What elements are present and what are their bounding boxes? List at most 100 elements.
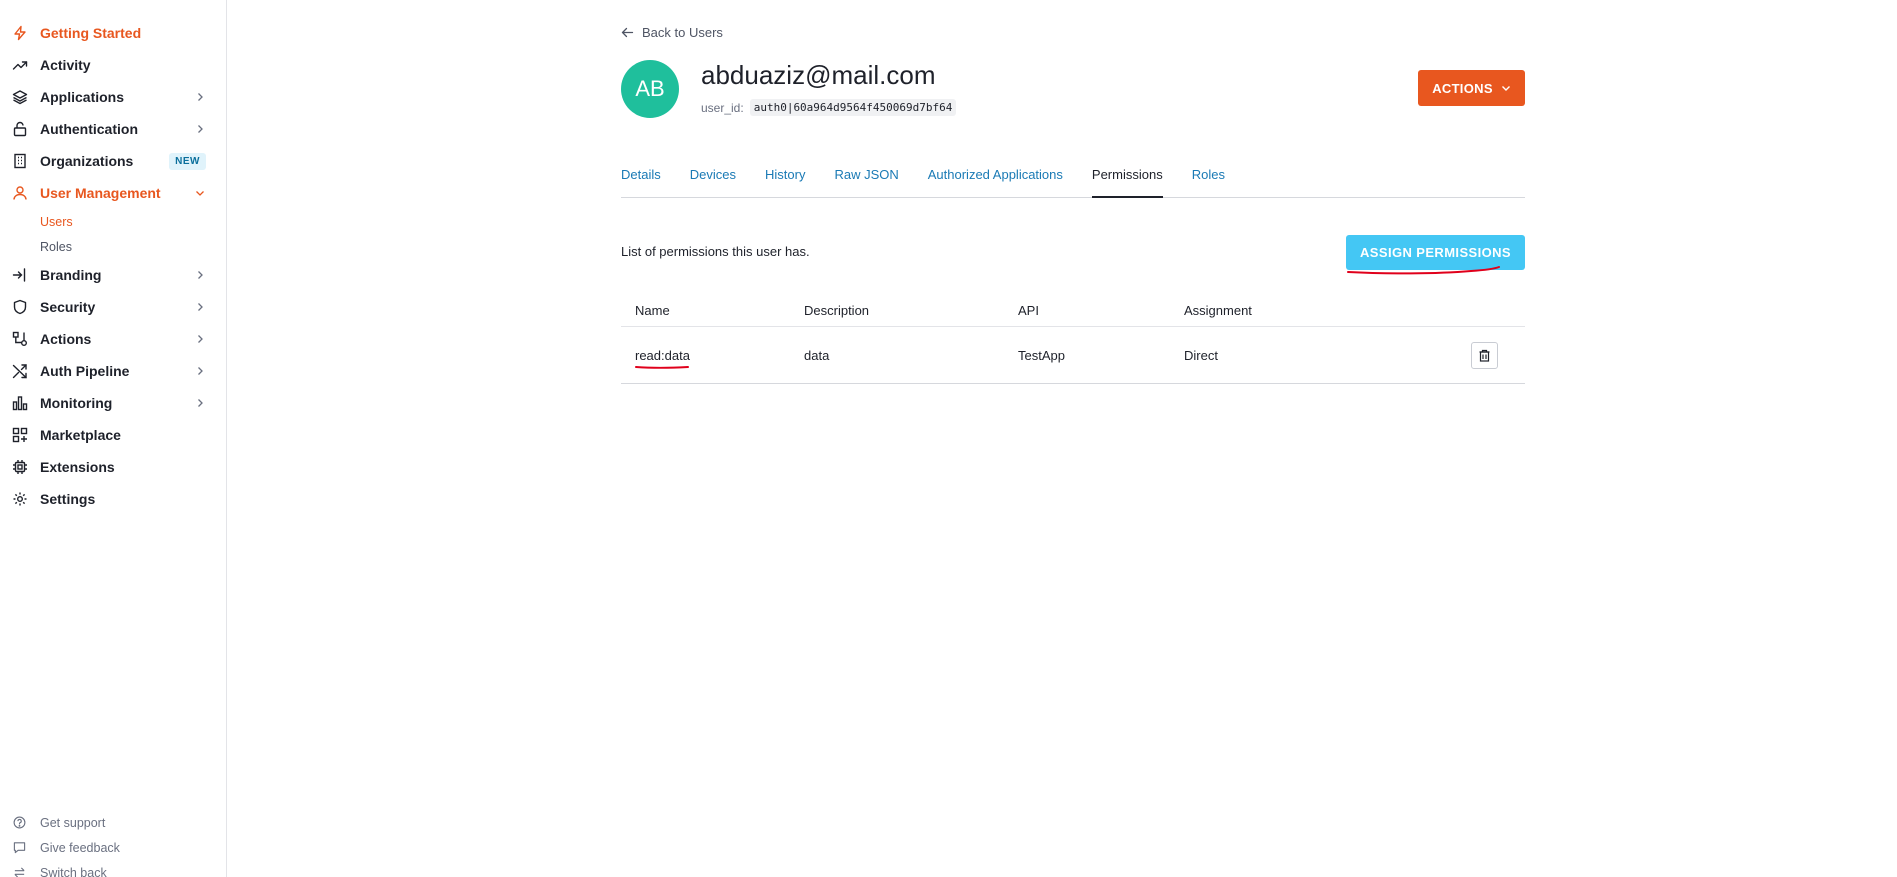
sidebar-item-label: Auth Pipeline: [40, 363, 130, 379]
sidebar-item-authentication[interactable]: Authentication: [0, 113, 226, 145]
column-header-api: API: [1018, 302, 1039, 318]
chevron-right-icon: [194, 365, 206, 377]
user-tabs: Details Devices History Raw JSON Authori…: [621, 164, 1525, 198]
flow-icon: [12, 331, 28, 347]
tab-roles[interactable]: Roles: [1192, 164, 1225, 198]
sidebar-item-label: Getting Started: [40, 25, 142, 41]
table-header: Name Description API Assignment: [621, 294, 1525, 327]
user-icon: [12, 185, 28, 201]
chip-icon: [12, 459, 28, 475]
sidebar-item-label: Activity: [40, 57, 91, 73]
get-support-link[interactable]: Get support: [0, 810, 226, 835]
annotation-underline: [635, 365, 689, 369]
lock-icon: [12, 121, 28, 137]
help-circle-icon: [12, 816, 26, 830]
assign-permissions-button[interactable]: ASSIGN PERMISSIONS: [1346, 235, 1525, 270]
gear-icon: [12, 491, 28, 507]
sidebar-item-organizations[interactable]: Organizations NEW: [0, 145, 226, 177]
switch-back-link[interactable]: Switch back: [0, 860, 226, 877]
sidebar-item-label: Actions: [40, 331, 92, 347]
give-feedback-label: Give feedback: [40, 840, 120, 855]
sidebar-item-label: User Management: [40, 185, 161, 201]
sidebar-item-label: Organizations: [40, 153, 134, 169]
sidebar-item-auth-pipeline[interactable]: Auth Pipeline: [0, 355, 226, 387]
give-feedback-link[interactable]: Give feedback: [0, 835, 226, 860]
sidebar-item-label: Security: [40, 299, 96, 315]
shield-icon: [12, 299, 28, 315]
arrow-left-icon: [621, 27, 634, 38]
sidebar-item-label: Marketplace: [40, 427, 121, 443]
layers-icon: [12, 89, 28, 105]
sidebar-item-label: Monitoring: [40, 395, 113, 411]
delete-permission-button[interactable]: [1471, 341, 1498, 369]
user-id-label: user_id:: [701, 100, 744, 115]
permission-description: data: [804, 347, 830, 363]
page-title: abduaziz@mail.com: [701, 60, 936, 90]
chevron-right-icon: [194, 123, 206, 135]
tab-history[interactable]: History: [765, 164, 805, 198]
actions-button-label: ACTIONS: [1432, 80, 1493, 96]
new-badge: NEW: [169, 152, 206, 170]
chevron-right-icon: [194, 397, 206, 409]
sidebar-footer: Get support Give feedback Switch back: [0, 810, 226, 877]
sidebar-item-label: Applications: [40, 89, 125, 105]
chevron-right-icon: [194, 269, 206, 281]
column-header-assignment: Assignment: [1184, 302, 1252, 318]
chevron-right-icon: [194, 91, 206, 103]
table-row: read:data data TestApp Direct: [621, 327, 1525, 384]
sidebar-item-security[interactable]: Security: [0, 291, 226, 323]
permission-actions-cell: [1471, 341, 1525, 369]
tab-raw-json[interactable]: Raw JSON: [834, 164, 898, 198]
user-id-row: user_id: auth0|60a964d9564f450069d7bf64: [701, 99, 957, 116]
sidebar-item-getting-started[interactable]: Getting Started: [0, 17, 226, 49]
building-icon: [12, 153, 28, 169]
trending-up-icon: [12, 57, 28, 73]
back-to-users-link[interactable]: Back to Users: [621, 25, 723, 40]
trash-icon: [1479, 349, 1490, 362]
sidebar-item-settings[interactable]: Settings: [0, 483, 226, 515]
sign-in-icon: [12, 267, 28, 283]
permissions-table: Name Description API Assignment read:dat…: [621, 294, 1525, 384]
back-link-label: Back to Users: [642, 25, 723, 40]
permissions-description: List of permissions this user has.: [621, 244, 810, 259]
chevron-right-icon: [194, 333, 206, 345]
sidebar-item-marketplace[interactable]: Marketplace: [0, 419, 226, 451]
switch-icon: [12, 866, 26, 877]
sidebar-item-applications[interactable]: Applications: [0, 81, 226, 113]
sidebar-item-actions[interactable]: Actions: [0, 323, 226, 355]
user-id-value[interactable]: auth0|60a964d9564f450069d7bf64: [749, 99, 957, 116]
avatar: AB: [621, 60, 679, 118]
permission-api: TestApp: [1018, 347, 1065, 363]
column-header-name: Name: [635, 302, 670, 318]
tab-details[interactable]: Details: [621, 164, 661, 198]
chevron-down-icon: [194, 187, 206, 199]
sidebar-item-label: Branding: [40, 267, 102, 283]
shuffle-icon: [12, 363, 28, 379]
sidebar-nav: Getting Started Activity Applications Au…: [0, 0, 226, 515]
actions-button[interactable]: ACTIONS: [1418, 70, 1525, 106]
sidebar-item-branding[interactable]: Branding: [0, 259, 226, 291]
sidebar-item-user-management[interactable]: User Management: [0, 177, 226, 209]
bolt-icon: [12, 25, 28, 41]
sidebar-item-monitoring[interactable]: Monitoring: [0, 387, 226, 419]
get-support-label: Get support: [40, 815, 106, 830]
bar-chart-icon: [12, 395, 28, 411]
sidebar-subitem-users[interactable]: Users: [0, 209, 226, 234]
sidebar-item-label: Extensions: [40, 459, 115, 475]
sidebar-item-label: Settings: [40, 491, 96, 507]
user-management-subnav: Users Roles: [0, 209, 226, 259]
tab-permissions[interactable]: Permissions: [1091, 164, 1163, 198]
column-header-description: Description: [804, 302, 870, 318]
message-icon: [12, 841, 26, 855]
sidebar-item-extensions[interactable]: Extensions: [0, 451, 226, 483]
sidebar-subitem-roles[interactable]: Roles: [0, 234, 226, 259]
sidebar-item-label: Authentication: [40, 121, 138, 137]
chevron-right-icon: [194, 301, 206, 313]
tab-authorized-applications[interactable]: Authorized Applications: [928, 164, 1063, 198]
permission-name-cell: read:data: [621, 348, 804, 369]
grid-plus-icon: [12, 427, 28, 443]
tab-devices[interactable]: Devices: [690, 164, 736, 198]
chevron-down-icon: [1501, 86, 1510, 91]
sidebar-item-activity[interactable]: Activity: [0, 49, 226, 81]
permission-assignment: Direct: [1184, 347, 1218, 363]
